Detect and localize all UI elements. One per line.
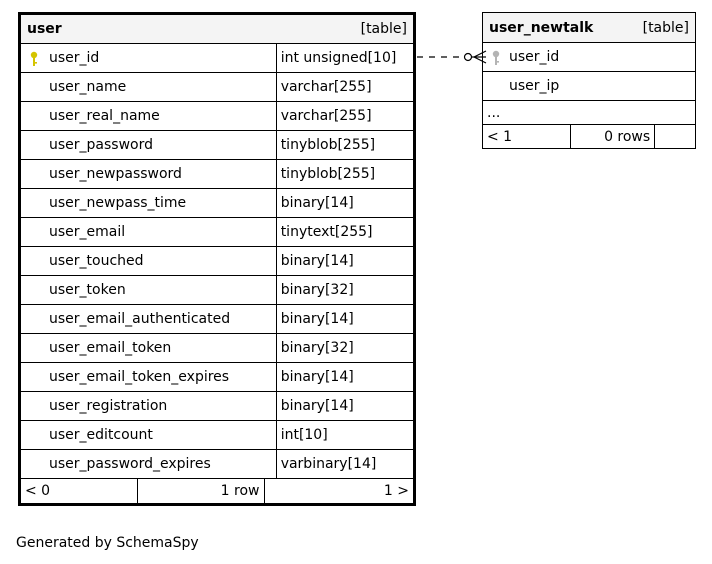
column-name: user_email_token — [49, 340, 172, 356]
table-name: user — [27, 21, 62, 37]
column-row[interactable]: user_newpassword tinyblob[255] — [19, 159, 416, 189]
column-name: user_registration — [49, 398, 168, 414]
table-header: user_newtalk [table] — [482, 12, 696, 43]
column-name: user_id — [49, 50, 100, 66]
ellipsis: ... — [487, 104, 501, 121]
column-type: binary[32] — [280, 340, 354, 356]
column-type: varchar[255] — [280, 79, 372, 95]
table-header: user [table] — [19, 13, 415, 44]
column-name: user_email_token_expires — [49, 369, 230, 385]
table-name: user_newtalk — [489, 19, 594, 36]
column-row[interactable]: user_ip — [482, 71, 696, 101]
column-row[interactable]: user_password tinyblob[255] — [19, 130, 416, 160]
column-row[interactable]: user_touched binary[14] — [19, 246, 416, 276]
column-type: int[10] — [280, 427, 328, 443]
column-name: user_real_name — [49, 108, 160, 124]
column-row[interactable]: user_newpass_time binary[14] — [19, 188, 416, 218]
foreign-key-icon — [492, 50, 500, 65]
column-name: user_email_authenticated — [49, 311, 231, 327]
row-count: 0 rows — [604, 128, 651, 145]
column-row[interactable]: user_password_expires varbinary[14] — [19, 449, 416, 479]
column-type: tinyblob[255] — [280, 166, 376, 182]
column-row[interactable]: user_email tinytext[255] — [19, 217, 416, 247]
user-table[interactable]: user [table] user_id int unsigned[10] user… — [18, 12, 416, 506]
column-name: user_touched — [49, 253, 144, 269]
user-newtalk-table[interactable]: user_newtalk [table] user_id user_ip ...… — [481, 12, 696, 149]
column-type: binary[14] — [280, 195, 354, 211]
table-footer: < 0 1 row 1 > — [19, 478, 415, 505]
column-type: binary[32] — [280, 282, 354, 298]
column-type: binary[14] — [280, 253, 354, 269]
column-row[interactable]: user_email_token_expires binary[14] — [19, 362, 416, 392]
column-name: user_editcount — [49, 427, 153, 443]
optional-circle — [463, 52, 473, 62]
column-row[interactable]: user_id — [482, 42, 696, 72]
column-type: binary[14] — [280, 369, 354, 385]
parent-count: < 1 — [487, 128, 513, 145]
column-name: user_id — [509, 49, 560, 65]
column-type: varchar[255] — [280, 108, 372, 124]
table-kind: [table] — [360, 21, 407, 37]
column-name: user_password — [49, 137, 154, 153]
column-name: user_name — [49, 79, 127, 95]
column-row[interactable]: user_email_authenticated binary[14] — [19, 304, 416, 334]
column-name: user_ip — [509, 78, 560, 94]
column-row[interactable]: user_editcount int[10] — [19, 420, 416, 450]
generated-by-footer: Generated by SchemaSpy — [16, 535, 199, 551]
column-name: user_token — [49, 282, 126, 298]
column-type: tinytext[255] — [280, 224, 373, 240]
column-type: int unsigned[10] — [280, 50, 397, 66]
column-row[interactable]: user_token binary[32] — [19, 275, 416, 305]
column-row[interactable]: user_name varchar[255] — [19, 72, 416, 102]
column-name: user_newpass_time — [49, 195, 187, 211]
child-count: 1 > — [383, 483, 409, 499]
table-footer: < 1 0 rows — [481, 124, 696, 149]
column-type: binary[14] — [280, 311, 354, 327]
column-row[interactable]: user_real_name varchar[255] — [19, 101, 416, 131]
column-name: user_newpassword — [49, 166, 182, 182]
column-type: binary[14] — [280, 398, 354, 414]
column-type: varbinary[14] — [280, 456, 377, 472]
parent-count: < 0 — [25, 483, 51, 499]
ellipsis-row: ... — [482, 100, 696, 125]
primary-key-icon — [30, 51, 38, 66]
row-count: 1 row — [220, 483, 260, 499]
column-row[interactable]: user_id int unsigned[10] — [19, 43, 416, 73]
column-row[interactable]: user_registration binary[14] — [19, 391, 416, 421]
column-type: tinyblob[255] — [280, 137, 376, 153]
table-kind: [table] — [642, 19, 689, 36]
column-row[interactable]: user_email_token binary[32] — [19, 333, 416, 363]
column-name: user_email — [49, 224, 126, 240]
column-name: user_password_expires — [49, 456, 211, 472]
